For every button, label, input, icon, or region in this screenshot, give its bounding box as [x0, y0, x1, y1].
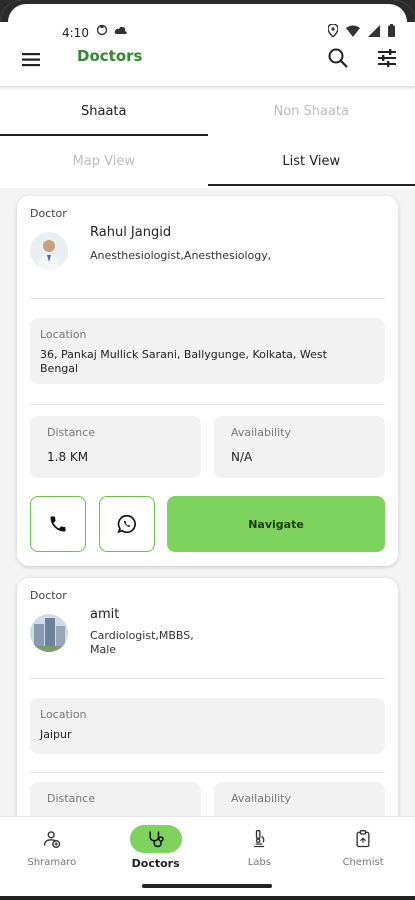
location-label: Location	[40, 708, 87, 721]
doctor-name: Rahul Jangid	[90, 225, 172, 240]
card-type-label: Doctor	[30, 207, 67, 220]
tab-list-view[interactable]: List View	[207, 136, 415, 186]
person-plus-icon	[43, 831, 61, 848]
availability-box: Availability N/A	[214, 416, 385, 478]
location-label: Location	[40, 328, 87, 341]
doctor-list[interactable]: Doctor Rahul Jangid Anesthesiologist,Ane…	[0, 188, 415, 816]
view-tabs: Map View List View	[0, 136, 415, 186]
tab-map-view[interactable]: Map View	[0, 136, 208, 186]
sync-icon	[96, 24, 108, 36]
category-tabs: Shaata Non Shaata	[0, 86, 415, 136]
navigate-button[interactable]: Navigate	[167, 496, 385, 552]
battery-icon	[388, 24, 395, 37]
nav-label: Shramaro	[27, 857, 77, 868]
wifi-icon	[346, 25, 360, 37]
doctor-card[interactable]: Doctor amit Cardiologist,MBBS, Male Loca…	[17, 578, 398, 816]
divider	[30, 404, 385, 405]
doctor-specialty: Anesthesiologist,Anesthesiology,	[90, 249, 272, 262]
doctor-specialty: Cardiologist,MBBS, Male	[90, 629, 194, 656]
nav-item-shramaro[interactable]: Shramaro	[0, 817, 104, 876]
divider	[30, 678, 385, 679]
location-box: Location 36, Pankaj Mullick Sarani, Ball…	[30, 318, 385, 384]
doctor-card[interactable]: Doctor Rahul Jangid Anesthesiologist,Ane…	[17, 196, 398, 566]
search-icon[interactable]	[326, 46, 350, 70]
distance-box: Distance 1.8 KM	[30, 416, 201, 478]
distance-value: 1.8 KM	[47, 450, 89, 464]
nav-item-chemist[interactable]: Chemist	[311, 817, 415, 876]
nav-icon-container	[233, 825, 285, 853]
whatsapp-icon	[117, 514, 136, 534]
status-time: 4:10	[62, 26, 89, 40]
card-type-label: Doctor	[30, 589, 67, 602]
tab-shaata[interactable]: Shaata	[0, 86, 208, 136]
distance-box: Distance	[30, 782, 201, 816]
phone-icon	[50, 516, 66, 532]
bottom-navigation: Shramaro Doctors Labs Chemist	[0, 816, 415, 876]
nav-label: Doctors	[131, 857, 180, 870]
location-value: 36, Pankaj Mullick Sarani, Ballygunge, K…	[40, 348, 327, 375]
call-button[interactable]	[30, 496, 86, 552]
availability-label: Availability	[231, 792, 291, 805]
tab-label: Map View	[72, 153, 135, 169]
home-indicator[interactable]	[142, 884, 272, 888]
tab-label: Shaata	[81, 103, 127, 119]
hamburger-menu-icon[interactable]	[20, 48, 44, 72]
tab-indicator	[207, 184, 415, 186]
status-system-icons	[328, 24, 395, 37]
availability-box: Availability	[214, 782, 385, 816]
nav-icon-container	[129, 825, 182, 853]
nav-item-labs[interactable]: Labs	[208, 817, 312, 876]
nav-icon-container	[26, 825, 78, 853]
divider	[30, 298, 385, 299]
nav-label: Labs	[247, 857, 271, 868]
app-screen: 4:10 Doctors Shaata Non Shaata Map View …	[0, 0, 415, 900]
doctor-name: amit	[90, 607, 120, 622]
divider	[30, 772, 385, 773]
distance-label: Distance	[47, 792, 96, 805]
app-bar: Doctors	[0, 40, 415, 88]
avatar	[30, 614, 68, 652]
nav-icon-container	[337, 825, 389, 853]
tab-non-shaata[interactable]: Non Shaata	[208, 86, 415, 136]
availability-label: Availability	[231, 426, 291, 439]
stethoscope-icon	[149, 831, 164, 848]
tab-label: Non Shaata	[273, 103, 350, 119]
tab-label: List View	[282, 153, 341, 169]
cloud-icon	[114, 26, 127, 34]
clipboard-icon	[356, 830, 370, 848]
location-box: Location Jaipur	[30, 698, 385, 754]
device-frame-bottom	[0, 896, 415, 900]
page-title: Doctors	[77, 47, 143, 65]
avatar	[30, 232, 68, 270]
distance-label: Distance	[47, 426, 96, 439]
filter-sliders-icon[interactable]	[375, 46, 399, 70]
signal-icon	[368, 24, 380, 37]
whatsapp-button[interactable]	[99, 496, 155, 552]
status-notification-icons	[96, 24, 128, 36]
location-icon	[328, 24, 338, 37]
microscope-icon	[254, 830, 265, 848]
location-value: Jaipur	[40, 728, 72, 741]
nav-label: Chemist	[342, 857, 384, 868]
nav-item-doctors[interactable]: Doctors	[104, 817, 208, 876]
availability-value: N/A	[231, 450, 253, 464]
